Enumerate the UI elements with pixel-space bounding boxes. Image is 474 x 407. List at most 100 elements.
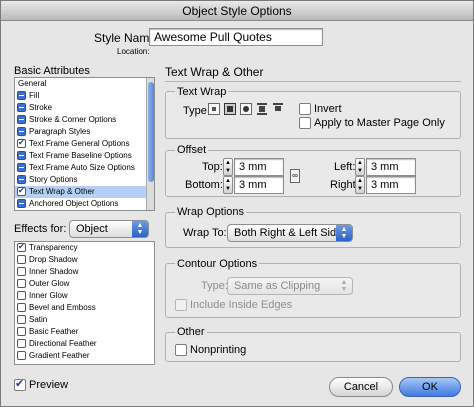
effect-item-label: Transparency: [29, 243, 78, 252]
attr-item-text-wrap-other[interactable]: Text Wrap & Other: [15, 185, 154, 198]
offset-left-input[interactable]: 3 mm: [366, 158, 416, 176]
checkbox-icon[interactable]: [17, 279, 26, 288]
include-inside-edges-checkbox[interactable]: [175, 299, 187, 311]
offset-top-input[interactable]: 3 mm: [234, 158, 284, 176]
checkbox-icon[interactable]: [17, 339, 26, 348]
effect-item-inner-glow[interactable]: Inner Glow: [15, 290, 154, 302]
checkbox-icon[interactable]: [17, 327, 26, 336]
checkbox-icon[interactable]: [17, 315, 26, 324]
attr-item-label: Text Frame Auto Size Options: [29, 163, 135, 172]
effect-item-label: Basic Feather: [29, 327, 79, 336]
minus-icon[interactable]: [17, 151, 26, 160]
effect-item-directional-feather[interactable]: Directional Feather: [15, 338, 154, 350]
effect-item-outer-glow[interactable]: Outer Glow: [15, 278, 154, 290]
effect-item-inner-shadow[interactable]: Inner Shadow: [15, 266, 154, 278]
contour-type-value: Same as Clipping: [234, 280, 321, 292]
apply-master-checkbox[interactable]: [299, 117, 311, 129]
apply-master-label: Apply to Master Page Only: [314, 117, 445, 129]
contour-type-select[interactable]: Same as Clipping ▲ ▼: [227, 277, 353, 295]
wrap-to-select[interactable]: Both Right & Left Sides ▲ ▼: [227, 224, 353, 242]
effect-item-basic-feather[interactable]: Basic Feather: [15, 326, 154, 338]
minus-icon[interactable]: [17, 175, 26, 184]
offset-bottom-stepper[interactable]: ▲ ▼: [223, 176, 233, 194]
effect-item-drop-shadow[interactable]: Drop Shadow: [15, 254, 154, 266]
attr-item-label: Text Frame Baseline Options: [29, 151, 132, 160]
effect-item-satin[interactable]: Satin: [15, 314, 154, 326]
attr-item-label: Text Wrap & Other: [29, 187, 95, 196]
checkbox-icon[interactable]: [17, 291, 26, 300]
minus-icon[interactable]: [17, 127, 26, 136]
minus-icon[interactable]: [17, 91, 26, 100]
checkmark-icon[interactable]: [17, 185, 26, 197]
attr-item-text-frame-auto-size[interactable]: Text Frame Auto Size Options: [15, 162, 154, 174]
checkbox-icon[interactable]: [17, 255, 26, 264]
effects-for-label: Effects for:: [14, 223, 67, 235]
effect-item-label: Inner Glow: [29, 291, 68, 300]
minus-icon[interactable]: [17, 199, 26, 208]
effect-item-label: Bevel and Emboss: [29, 303, 96, 312]
no-wrap-icon[interactable]: [208, 103, 220, 115]
attr-item-general[interactable]: General: [15, 78, 154, 90]
nonprinting-checkbox[interactable]: [175, 344, 187, 356]
effect-item-bevel-emboss[interactable]: Bevel and Emboss: [15, 302, 154, 314]
scrollbar-thumb[interactable]: [148, 82, 154, 182]
effects-list[interactable]: Transparency Drop Shadow Inner Shadow Ou…: [14, 241, 155, 365]
attr-item-label: Fill: [29, 91, 40, 100]
checkmark-icon[interactable]: [17, 137, 26, 149]
attr-item-label: General: [18, 79, 47, 88]
effects-target-select[interactable]: Object ▲ ▼: [69, 220, 149, 238]
offset-right-stepper[interactable]: ▲ ▼: [355, 176, 365, 194]
offset-top-stepper[interactable]: ▲ ▼: [223, 158, 233, 176]
offset-left-label: Left:: [334, 161, 356, 173]
effect-item-label: Inner Shadow: [29, 267, 79, 276]
jump-object-icon[interactable]: [256, 103, 268, 115]
attr-item-text-frame-general[interactable]: Text Frame General Options: [15, 137, 154, 150]
invert-label: Invert: [314, 103, 342, 115]
chain-link-icon[interactable]: ∞: [290, 169, 300, 183]
window-title: Object Style Options: [1, 1, 473, 21]
effects-target-value: Object: [76, 223, 108, 235]
jump-to-next-column-icon[interactable]: [272, 103, 284, 115]
attr-item-label: Stroke: [29, 103, 53, 112]
ok-button[interactable]: OK: [399, 377, 461, 397]
offset-bottom-input[interactable]: 3 mm: [234, 176, 284, 194]
checkbox-icon[interactable]: [17, 303, 26, 312]
checkbox-icon[interactable]: [17, 241, 26, 253]
checkbox-icon[interactable]: [17, 267, 26, 276]
effect-item-label: Directional Feather: [29, 339, 97, 348]
style-name-input[interactable]: Awesome Pull Quotes: [149, 28, 323, 46]
dialog-window: Object Style Options Style Name: Awesome…: [0, 0, 474, 407]
cancel-button[interactable]: Cancel: [329, 377, 393, 397]
other-title: Other: [175, 326, 207, 338]
effect-item-transparency[interactable]: Transparency: [15, 241, 154, 254]
text-wrap-title: Text Wrap: [175, 86, 229, 98]
preview-checkbox[interactable]: [14, 377, 26, 391]
attr-item-story-options[interactable]: Story Options: [15, 174, 154, 186]
attr-list-scrollbar[interactable]: [146, 78, 154, 210]
offset-left-stepper[interactable]: ▲ ▼: [355, 158, 365, 176]
attr-item-anchored-object[interactable]: Anchored Object Options: [15, 198, 154, 210]
minus-icon[interactable]: [17, 163, 26, 172]
invert-checkbox[interactable]: [299, 103, 311, 115]
checkbox-icon[interactable]: [17, 351, 26, 360]
attr-item-fill[interactable]: Fill: [15, 90, 154, 102]
effect-item-label: Satin: [29, 315, 48, 324]
minus-icon[interactable]: [17, 115, 26, 124]
attr-item-stroke[interactable]: Stroke: [15, 102, 154, 114]
basic-attributes-list[interactable]: General Fill Stroke Stroke & Corner Opti…: [14, 77, 155, 211]
minus-icon[interactable]: [17, 103, 26, 112]
contour-options-title: Contour Options: [175, 258, 260, 270]
wrap-bounding-box-icon[interactable]: [224, 103, 236, 115]
attr-item-stroke-corner[interactable]: Stroke & Corner Options: [15, 114, 154, 126]
offset-right-input[interactable]: 3 mm: [366, 176, 416, 194]
updown-arrows-icon: ▲ ▼: [340, 279, 348, 293]
preview-label: Preview: [29, 379, 69, 391]
attr-item-text-frame-baseline[interactable]: Text Frame Baseline Options: [15, 150, 154, 162]
location-label: Location:: [117, 47, 150, 56]
wrap-object-shape-icon[interactable]: [240, 103, 252, 115]
offset-bottom-label: Bottom:: [185, 179, 223, 191]
attr-item-paragraph-styles[interactable]: Paragraph Styles: [15, 126, 154, 138]
attr-item-label: Story Options: [29, 175, 78, 184]
attr-item-label: Text Frame General Options: [29, 139, 130, 148]
effect-item-gradient-feather[interactable]: Gradient Feather: [15, 350, 154, 362]
